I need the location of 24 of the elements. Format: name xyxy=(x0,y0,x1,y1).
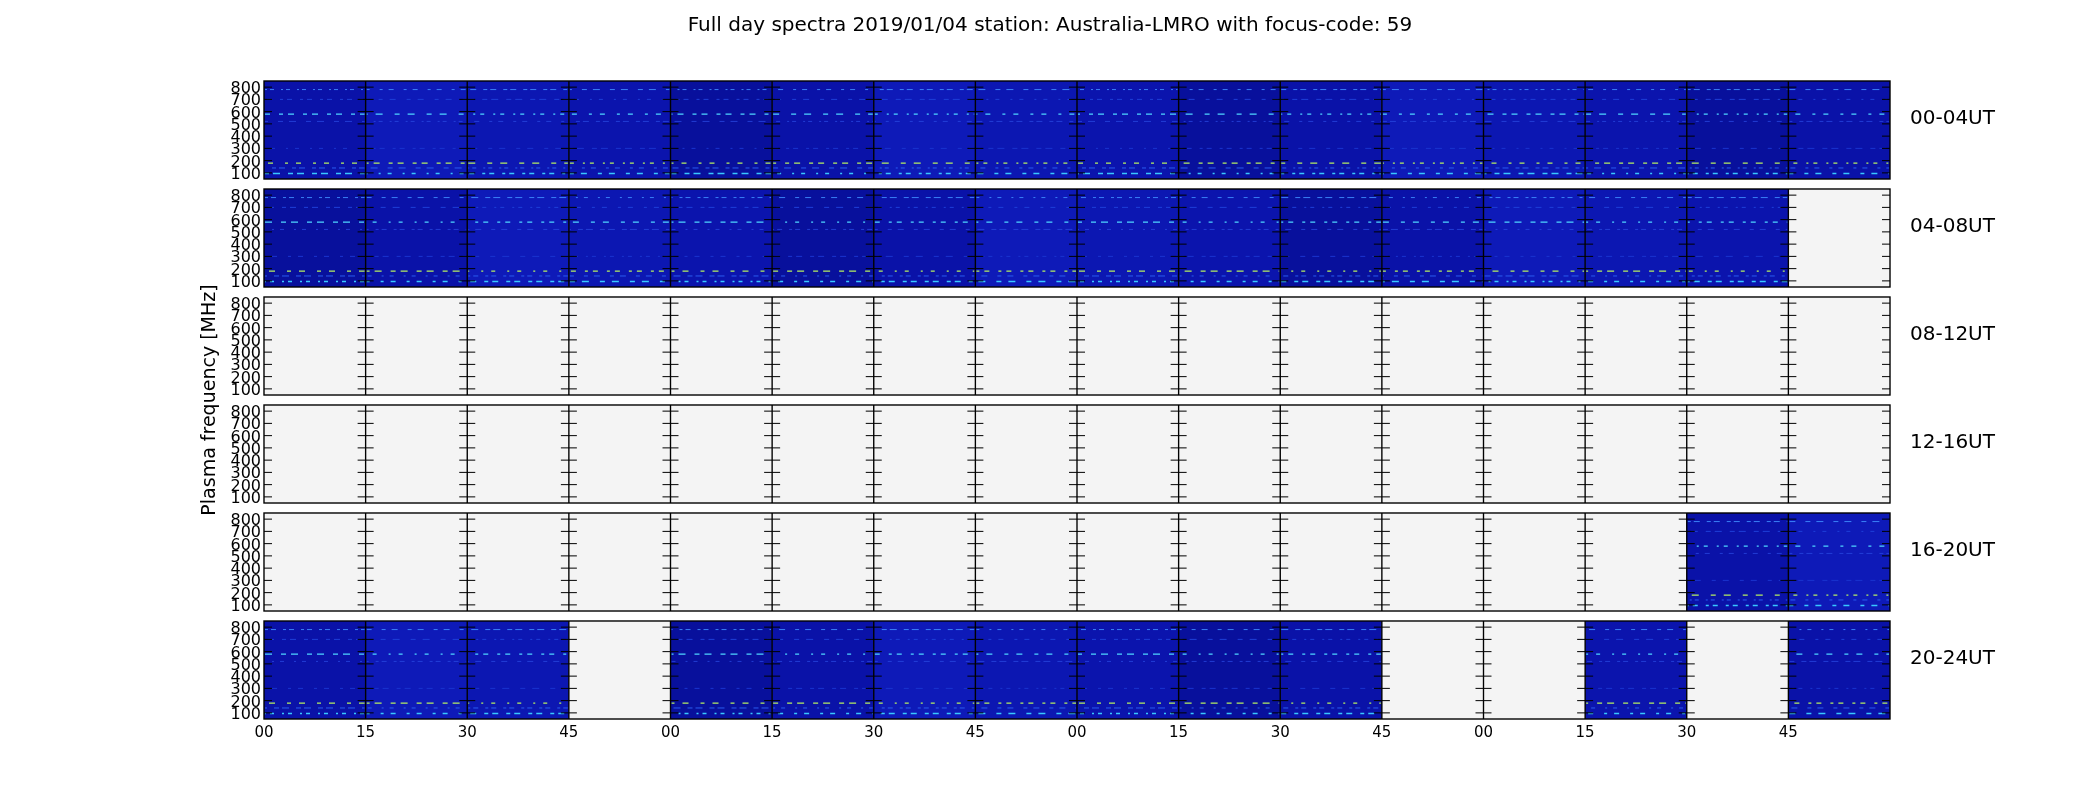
x-tick-label: 45 xyxy=(965,723,985,741)
panel-label: 12-16UT xyxy=(1910,429,1995,453)
x-tick-label: 00 xyxy=(254,723,274,741)
axis-title: Plasma frequency [MHz] xyxy=(197,284,219,516)
panel-label: 04-08UT xyxy=(1910,213,1995,237)
x-tick-label: 45 xyxy=(1778,723,1798,741)
panel-label: 20-24UT xyxy=(1910,645,1995,669)
x-tick-label: 00 xyxy=(1473,723,1494,741)
panel-label: 16-20UT xyxy=(1910,537,1995,561)
x-tick-label: 45 xyxy=(1372,723,1392,741)
panel-label: 08-12UT xyxy=(1910,321,1995,345)
x-tick-label: 00 xyxy=(1067,723,1087,741)
x-tick-label: 15 xyxy=(1169,723,1189,741)
x-tick-label: 30 xyxy=(1270,723,1290,741)
x-tick-label: 45 xyxy=(559,723,579,741)
x-tick-label: 15 xyxy=(1575,723,1595,741)
panel-label: 00-04UT xyxy=(1910,105,1995,129)
x-tick-label: 30 xyxy=(1677,723,1697,741)
x-tick-label: 00 xyxy=(660,723,681,741)
x-tick-label: 15 xyxy=(356,723,376,741)
x-tick-label: 30 xyxy=(457,723,477,741)
chart-title: Full day spectra 2019/01/04 station: Australia-LMRO with focus-code: 59 xyxy=(687,12,1413,36)
x-tick-label: 30 xyxy=(864,723,884,741)
x-tick-label: 15 xyxy=(762,723,782,741)
